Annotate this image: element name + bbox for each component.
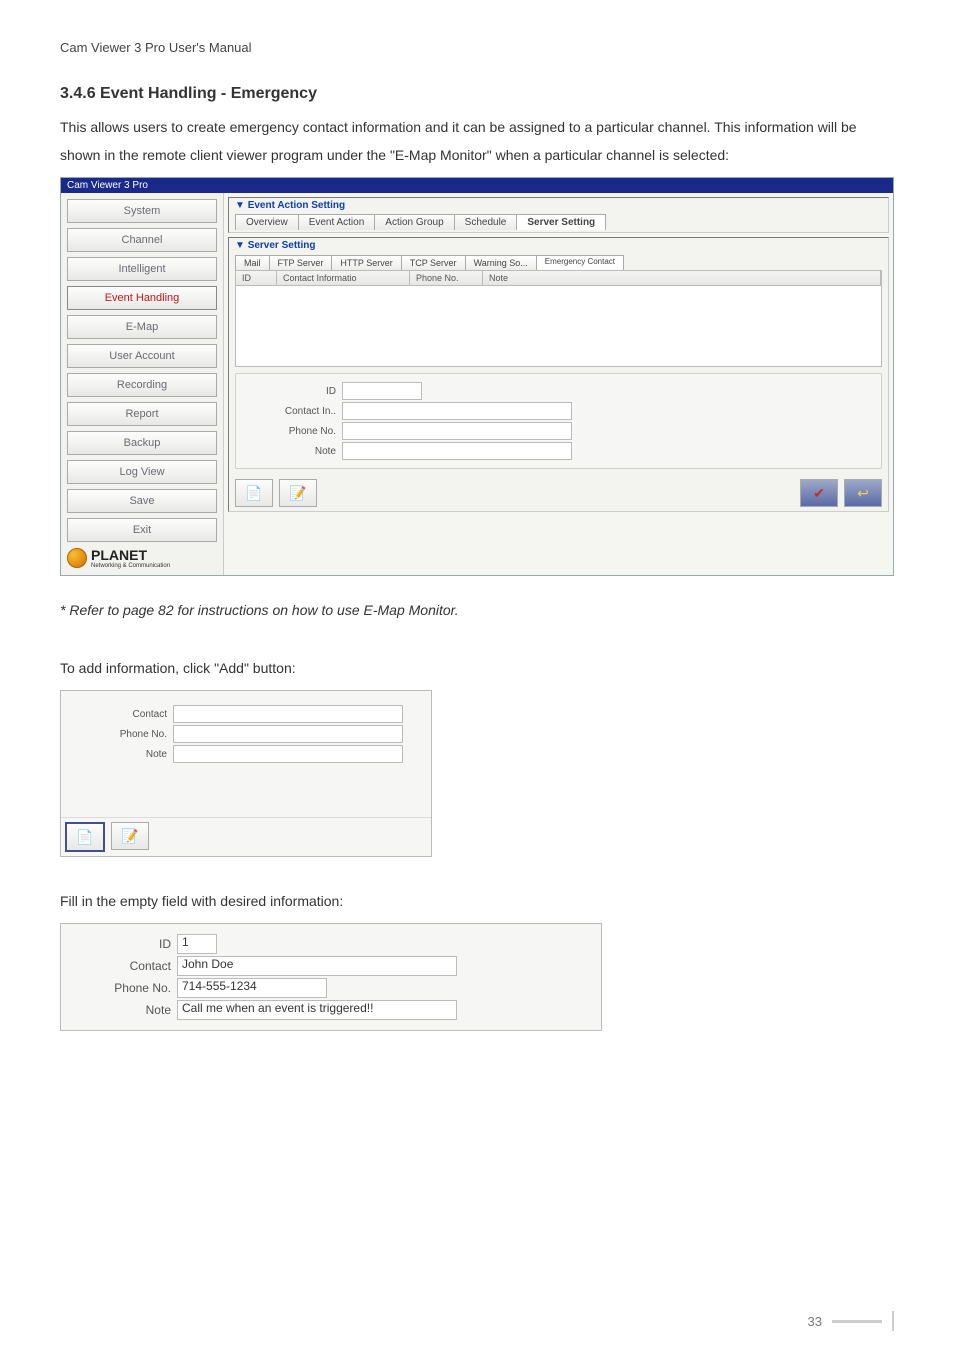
tab-action-group[interactable]: Action Group bbox=[374, 214, 454, 230]
doc-header: Cam Viewer 3 Pro User's Manual bbox=[60, 40, 894, 55]
fill-caption: Fill in the empty field with desired inf… bbox=[60, 887, 894, 915]
group-title-server-text: Server Setting bbox=[248, 240, 316, 251]
label-phone3: Phone No. bbox=[61, 981, 177, 995]
field-contact3[interactable]: John Doe bbox=[177, 956, 457, 976]
app-window-screenshot: Cam Viewer 3 Pro System Channel Intellig… bbox=[60, 177, 894, 576]
sidebar-item-recording[interactable]: Recording bbox=[67, 373, 217, 397]
group-title: ▼ Event Action Setting bbox=[229, 198, 888, 213]
subtab-mail[interactable]: Mail bbox=[235, 255, 270, 270]
label-note3: Note bbox=[61, 1003, 177, 1017]
label-id3: ID bbox=[61, 937, 177, 951]
add-button[interactable]: 📄 bbox=[235, 479, 273, 507]
label-phone: Phone No. bbox=[236, 426, 342, 437]
sidebar-item-exit[interactable]: Exit bbox=[67, 518, 217, 542]
tab-server-setting[interactable]: Server Setting bbox=[516, 214, 606, 230]
sidebar-item-save[interactable]: Save bbox=[67, 489, 217, 513]
sidebar: System Channel Intelligent Event Handlin… bbox=[61, 193, 224, 575]
field-note2[interactable] bbox=[173, 745, 403, 763]
sidebar-item-emap[interactable]: E-Map bbox=[67, 315, 217, 339]
edit-icon: 📝 bbox=[121, 828, 138, 845]
tab-schedule[interactable]: Schedule bbox=[454, 214, 518, 230]
brand-logo-block: PLANET Networking & Communication bbox=[67, 547, 217, 569]
window-title: Cam Viewer 3 Pro bbox=[61, 178, 893, 193]
sidebar-item-report[interactable]: Report bbox=[67, 402, 217, 426]
sidebar-item-event-handling[interactable]: Event Handling bbox=[67, 286, 217, 310]
event-action-setting-group: ▼ Event Action Setting Overview Event Ac… bbox=[228, 197, 889, 233]
col-note: Note bbox=[483, 271, 881, 285]
sidebar-item-backup[interactable]: Backup bbox=[67, 431, 217, 455]
field-phone3[interactable]: 714-555-1234 bbox=[177, 978, 327, 998]
add-icon: 📄 bbox=[76, 829, 93, 846]
brand-subtitle: Networking & Communication bbox=[91, 563, 170, 569]
col-id: ID bbox=[236, 271, 277, 285]
contact-table-body bbox=[235, 286, 882, 367]
label-note: Note bbox=[236, 446, 342, 457]
add-icon: 📄 bbox=[245, 485, 262, 502]
label-phone2: Phone No. bbox=[67, 729, 173, 740]
page-decor-bar bbox=[832, 1320, 882, 1323]
sidebar-item-channel[interactable]: Channel bbox=[67, 228, 217, 252]
edit-button[interactable]: 📝 bbox=[279, 479, 317, 507]
add-panel-screenshot: Contact Phone No. Note 📄 📝 bbox=[60, 690, 432, 857]
field-id3[interactable]: 1 bbox=[177, 934, 217, 954]
subtab-warning[interactable]: Warning So... bbox=[465, 255, 537, 270]
sidebar-item-user-account[interactable]: User Account bbox=[67, 344, 217, 368]
check-icon: ✔ bbox=[813, 485, 825, 502]
field-contact[interactable] bbox=[342, 402, 572, 420]
sidebar-item-log-view[interactable]: Log View bbox=[67, 460, 217, 484]
subtab-http[interactable]: HTTP Server bbox=[331, 255, 401, 270]
label-note2: Note bbox=[67, 749, 173, 760]
field-note[interactable] bbox=[342, 442, 572, 460]
section-heading: 3.4.6 Event Handling - Emergency bbox=[60, 85, 894, 103]
sidebar-item-system[interactable]: System bbox=[67, 199, 217, 223]
fill-panel-screenshot: ID1 ContactJohn Doe Phone No.714-555-123… bbox=[60, 923, 602, 1031]
back-button[interactable]: ↩ bbox=[844, 479, 882, 507]
field-phone[interactable] bbox=[342, 422, 572, 440]
page-number: 33 bbox=[808, 1314, 822, 1329]
group-title-server: ▼ Server Setting bbox=[229, 238, 888, 253]
add-button-highlighted[interactable]: 📄 bbox=[65, 822, 105, 852]
emap-note: * Refer to page 82 for instructions on h… bbox=[60, 596, 894, 624]
label-id: ID bbox=[236, 386, 342, 397]
label-contact2: Contact bbox=[67, 709, 173, 720]
label-contact3: Contact bbox=[61, 959, 177, 973]
edit-icon: 📝 bbox=[289, 485, 306, 502]
ok-button[interactable]: ✔ bbox=[800, 479, 838, 507]
contact-form: ID Contact In.. Phone No. Note bbox=[235, 373, 882, 469]
add-caption: To add information, click "Add" button: bbox=[60, 654, 894, 682]
label-contact: Contact In.. bbox=[236, 406, 342, 417]
page-decor-bar2 bbox=[892, 1311, 894, 1331]
brand-name: PLANET bbox=[91, 547, 170, 563]
server-setting-group: ▼ Server Setting Mail FTP Server HTTP Se… bbox=[228, 237, 889, 512]
edit-button-2[interactable]: 📝 bbox=[111, 822, 149, 850]
main-pane: ▼ Event Action Setting Overview Event Ac… bbox=[224, 193, 893, 575]
col-contact: Contact Informatio bbox=[277, 271, 410, 285]
tab-overview[interactable]: Overview bbox=[235, 214, 299, 230]
group-title-text: Event Action Setting bbox=[248, 200, 345, 211]
field-id[interactable] bbox=[342, 382, 422, 400]
field-phone2[interactable] bbox=[173, 725, 403, 743]
tab-event-action[interactable]: Event Action bbox=[298, 214, 376, 230]
planet-logo-icon bbox=[67, 548, 87, 568]
field-contact2[interactable] bbox=[173, 705, 403, 723]
back-icon: ↩ bbox=[857, 485, 869, 502]
field-note3[interactable]: Call me when an event is triggered!! bbox=[177, 1000, 457, 1020]
subtab-tcp[interactable]: TCP Server bbox=[401, 255, 466, 270]
subtab-emergency-contact[interactable]: Emergency Contact bbox=[536, 255, 624, 270]
sidebar-item-intelligent[interactable]: Intelligent bbox=[67, 257, 217, 281]
intro-paragraph: This allows users to create emergency co… bbox=[60, 113, 894, 169]
contact-table-header: ID Contact Informatio Phone No. Note bbox=[235, 270, 882, 286]
subtab-ftp[interactable]: FTP Server bbox=[269, 255, 333, 270]
page-number-block: 33 bbox=[808, 1311, 894, 1331]
col-phone: Phone No. bbox=[410, 271, 483, 285]
